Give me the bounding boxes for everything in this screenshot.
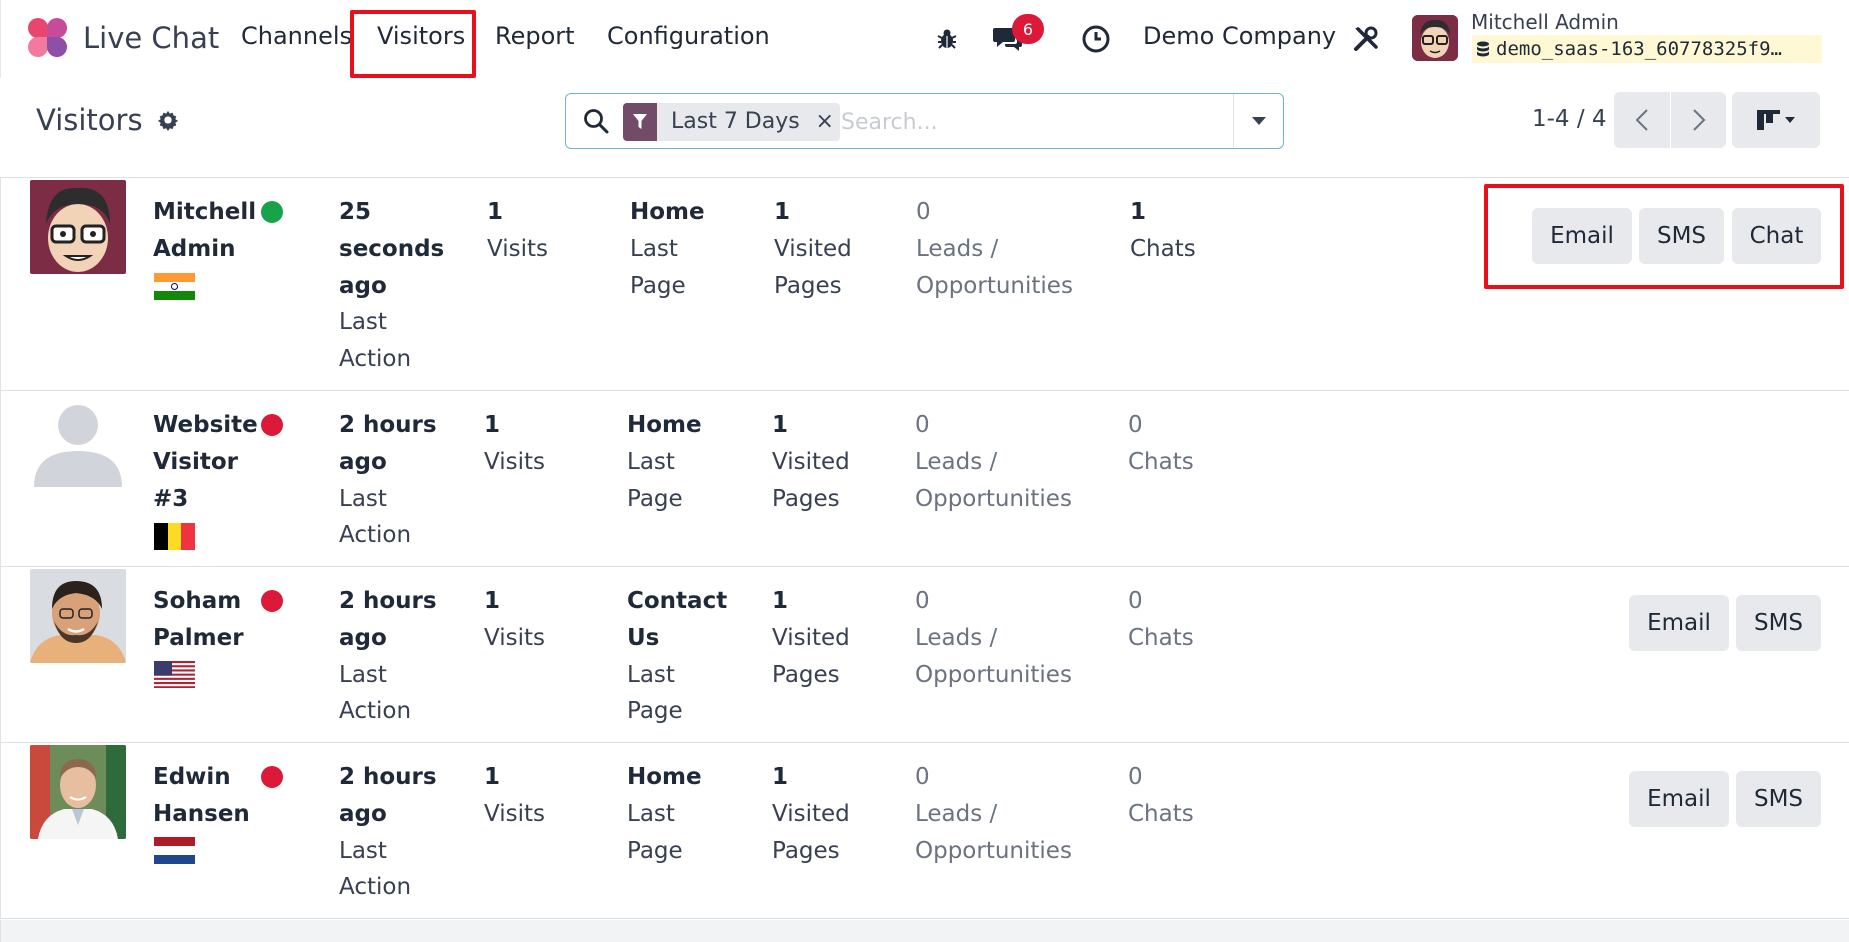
visitor-avatar <box>30 393 126 487</box>
last-action: 2 hours ago Last Action <box>339 764 437 901</box>
visitor-name: Soham Palmer <box>153 588 244 651</box>
bug-icon[interactable] <box>930 22 964 56</box>
remove-facet-button[interactable]: × <box>810 103 840 141</box>
user-avatar[interactable] <box>1412 15 1458 61</box>
view-switcher-button[interactable] <box>1732 92 1820 148</box>
search-facet: Last 7 Days × <box>623 103 840 141</box>
visitor-avatar <box>30 180 126 274</box>
sms-button[interactable]: SMS <box>1736 771 1821 827</box>
nav-visitors-highlight <box>350 10 476 78</box>
belgium-flag-icon <box>154 523 195 550</box>
last-action: 2 hours ago Last Action <box>339 412 437 549</box>
last-action: 2 hours ago Last Action <box>339 588 437 725</box>
visitor-name: Edwin Hansen <box>153 764 250 827</box>
visitor-avatar <box>30 745 126 839</box>
database-label: demo_saas-163_60778325f9… <box>1472 35 1822 63</box>
visitor-row[interactable]: Website Visitor #3 2 hours ago Last Action… <box>1 391 1849 567</box>
caret-down-icon <box>1251 116 1266 125</box>
leads-opportunities: 0 Leads / Opportunities <box>915 588 1072 688</box>
visitor-name: Website Visitor #3 <box>153 412 258 512</box>
leads-opportunities: 0 Leads / Opportunities <box>915 764 1072 864</box>
kanban-view-icon <box>1757 110 1795 130</box>
database-icon <box>1477 41 1489 57</box>
chats-count: 0 Chats <box>1128 764 1194 827</box>
filter-icon <box>623 103 657 141</box>
visited-pages: 1 Visited Pages <box>772 588 850 688</box>
leads-opportunities: 0 Leads / Opportunities <box>916 199 1073 299</box>
user-name[interactable]: Mitchell Admin <box>1471 10 1619 34</box>
last-page: Contact Us Last Page <box>627 588 728 725</box>
offline-status-indicator <box>261 766 283 788</box>
pager-next-button[interactable] <box>1670 92 1726 148</box>
chats-count: 0 Chats <box>1128 412 1194 475</box>
offline-status-indicator <box>261 590 283 612</box>
nav-report[interactable]: Report <box>495 22 575 50</box>
last-page: Home Last Page <box>630 199 705 299</box>
nav-configuration[interactable]: Configuration <box>607 22 770 50</box>
last-page: Home Last Page <box>627 764 702 864</box>
tools-icon[interactable] <box>1349 22 1383 56</box>
email-button[interactable]: Email <box>1629 595 1729 651</box>
visitor-name: Mitchell Admin <box>153 199 257 262</box>
netherlands-flag-icon <box>154 837 195 864</box>
app-name: Live Chat <box>83 21 220 55</box>
visited-pages: 1 Visited Pages <box>774 199 852 299</box>
actions-highlight <box>1484 184 1844 289</box>
activity-clock-icon[interactable] <box>1079 22 1113 56</box>
last-page: Home Last Page <box>627 412 702 512</box>
messages-badge: 6 <box>1012 14 1044 44</box>
chats-count: 0 Chats <box>1128 588 1194 651</box>
chevron-left-icon <box>1635 109 1648 131</box>
app-brand[interactable]: Live Chat <box>28 18 219 58</box>
leads-opportunities: 0 Leads / Opportunities <box>915 412 1072 512</box>
sms-button[interactable]: SMS <box>1736 595 1821 651</box>
visits-count: 1 Visits <box>484 588 545 651</box>
last-action: 25 seconds ago Last Action <box>339 199 445 373</box>
search-options-toggle[interactable] <box>1233 94 1283 147</box>
visitor-row[interactable]: Soham Palmer 2 hours ago Last Action 1 Vis… <box>1 567 1849 743</box>
footer-strip <box>0 920 1849 942</box>
top-navbar: Live Chat Channels Visitors Report Confi… <box>0 0 1849 78</box>
search-icon[interactable] <box>582 107 610 135</box>
pager-value[interactable]: 1-4 / 4 <box>1532 106 1607 132</box>
chats-count: 1 Chats <box>1130 199 1196 262</box>
chevron-right-icon <box>1692 109 1705 131</box>
visits-count: 1 Visits <box>484 764 545 827</box>
facet-label: Last 7 Days <box>671 109 800 134</box>
gear-icon[interactable] <box>157 109 179 131</box>
visited-pages: 1 Visited Pages <box>772 764 850 864</box>
search-input[interactable] <box>841 103 1211 141</box>
live-chat-logo-icon <box>28 18 68 58</box>
visitor-row[interactable]: Edwin Hansen 2 hours ago Last Action 1 Vis… <box>1 743 1849 919</box>
usa-flag-icon <box>154 661 195 688</box>
offline-status-indicator <box>261 414 283 436</box>
email-button[interactable]: Email <box>1629 771 1729 827</box>
search-bar: Last 7 Days × <box>565 93 1284 149</box>
visitor-avatar <box>30 569 126 663</box>
pager-previous-button[interactable] <box>1614 92 1670 148</box>
india-flag-icon <box>154 273 195 300</box>
breadcrumb: Visitors <box>36 103 179 137</box>
company-switcher[interactable]: Demo Company <box>1143 22 1336 50</box>
visits-count: 1 Visits <box>484 412 545 475</box>
visited-pages: 1 Visited Pages <box>772 412 850 512</box>
pager-buttons <box>1614 92 1726 148</box>
nav-channels[interactable]: Channels <box>241 22 352 50</box>
page-title: Visitors <box>36 103 143 137</box>
online-status-indicator <box>261 201 283 223</box>
database-name: demo_saas-163_60778325f9… <box>1496 38 1782 60</box>
visits-count: 1 Visits <box>487 199 548 262</box>
